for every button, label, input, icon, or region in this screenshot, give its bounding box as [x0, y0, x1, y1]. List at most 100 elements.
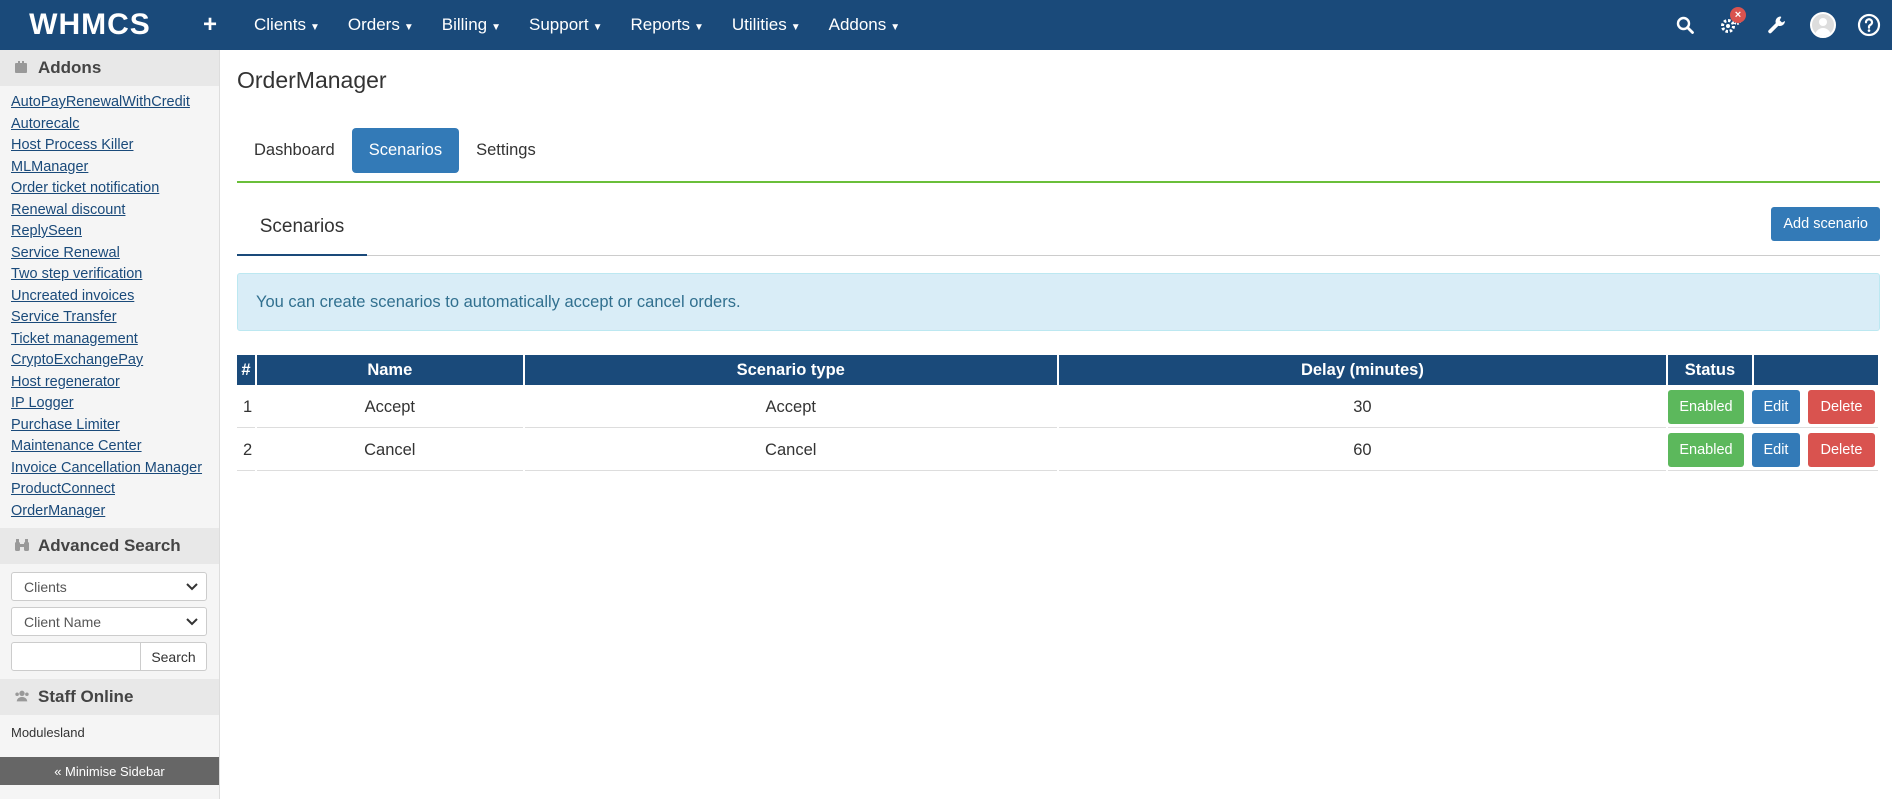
user-avatar[interactable]	[1800, 0, 1846, 50]
whmcs-logo[interactable]: WHMCS	[0, 0, 180, 50]
edit-button[interactable]: Edit	[1751, 390, 1800, 424]
top-navbar: WHMCS + Clients ▼ Orders ▼ Billing ▼ Suppor…	[0, 0, 1892, 50]
main-content: OrderManager Dashboard Scenarios Setting…	[237, 50, 1880, 473]
menu-label: Billing	[441, 15, 488, 34]
edit-button[interactable]: Edit	[1751, 433, 1800, 467]
addon-link[interactable]: ReplySeen	[11, 221, 219, 243]
module-tabs: Dashboard Scenarios Settings	[237, 128, 1880, 183]
page-title: OrderManager	[237, 67, 387, 93]
addon-link[interactable]: MLManager	[11, 157, 219, 179]
status-enabled-button[interactable]: Enabled	[1667, 433, 1744, 467]
addons-panel-header: Addons	[0, 50, 219, 86]
addon-link[interactable]: CryptoExchangePay	[11, 350, 219, 372]
nav-right-icons: ×	[1662, 0, 1892, 50]
table-row: 1 Accept Accept 30 Enabled Edit Delete	[237, 387, 1878, 428]
search-input[interactable]	[11, 642, 141, 671]
addon-link[interactable]: Purchase Limiter	[11, 415, 219, 437]
cell-delay: 30	[1058, 387, 1666, 428]
menu-label: Utilities	[731, 15, 787, 34]
addon-link[interactable]: Uncreated invoices	[11, 286, 219, 308]
select-value: Client Name	[24, 613, 102, 630]
addon-link[interactable]: Ticket management	[11, 329, 219, 351]
tab-settings[interactable]: Settings	[459, 128, 553, 173]
addon-link[interactable]: Order ticket notification	[11, 178, 219, 200]
staff-online-title: Staff Online	[38, 687, 134, 706]
logo-text: WHMCS	[29, 8, 151, 41]
menu-billing[interactable]: Billing ▼	[428, 15, 515, 35]
addons-title: Addons	[38, 58, 102, 77]
menu-orders[interactable]: Orders ▼	[334, 15, 428, 35]
col-header-name: Name	[256, 355, 523, 385]
table-row: 2 Cancel Cancel 60 Enabled Edit Delete	[237, 430, 1878, 471]
chevron-down-icon	[186, 617, 198, 625]
caret-down-icon: ▼	[491, 22, 502, 33]
addon-link[interactable]: Host Process Killer	[11, 135, 219, 157]
menu-clients[interactable]: Clients ▼	[240, 15, 334, 35]
delete-button[interactable]: Delete	[1807, 390, 1875, 424]
quick-add-button[interactable]: +	[180, 11, 240, 39]
tab-scenarios[interactable]: Scenarios	[351, 128, 460, 173]
minimise-sidebar-button[interactable]: « Minimise Sidebar	[0, 757, 219, 785]
chevron-down-icon	[186, 582, 198, 590]
row-actions: Enabled Edit Delete	[1667, 390, 1878, 424]
status-enabled-button[interactable]: Enabled	[1667, 390, 1744, 424]
addon-link[interactable]: Two step verification	[11, 264, 219, 286]
menu-utilities[interactable]: Utilities ▼	[718, 15, 815, 35]
caret-down-icon: ▼	[309, 22, 320, 33]
add-scenario-button[interactable]: Add scenario	[1771, 207, 1880, 241]
search-field-select[interactable]: Client Name	[11, 607, 207, 636]
select-value: Clients	[24, 578, 67, 595]
wrench-icon[interactable]	[1754, 0, 1800, 50]
section-header: Scenarios Add scenario	[237, 201, 1880, 256]
tab-dashboard[interactable]: Dashboard	[237, 128, 352, 173]
menu-support[interactable]: Support ▼	[515, 15, 616, 35]
addon-link[interactable]: IP Logger	[11, 393, 219, 415]
row-actions: Enabled Edit Delete	[1667, 433, 1878, 467]
addon-link[interactable]: Invoice Cancellation Manager	[11, 458, 219, 480]
addon-link[interactable]: ProductConnect	[11, 479, 219, 501]
advanced-search-title: Advanced Search	[38, 536, 181, 555]
addon-link[interactable]: Service Transfer	[11, 307, 219, 329]
cell-actions: Enabled Edit Delete	[1667, 387, 1878, 428]
cell-delay: 60	[1058, 430, 1666, 471]
section-title: Scenarios	[237, 200, 367, 256]
search-input-group: Search	[11, 642, 207, 671]
cell-num: 1	[237, 387, 255, 428]
addon-link[interactable]: Host regenerator	[11, 372, 219, 394]
delete-button[interactable]: Delete	[1807, 433, 1875, 467]
menu-label: Reports	[630, 15, 690, 34]
advanced-search-header: Advanced Search	[0, 528, 219, 564]
col-header-delay: Delay (minutes)	[1058, 355, 1666, 385]
caret-down-icon: ▼	[592, 22, 603, 33]
cell-name: Cancel	[256, 430, 523, 471]
caret-down-icon: ▼	[890, 22, 901, 33]
help-icon[interactable]	[1846, 0, 1892, 50]
cell-actions: Enabled Edit Delete	[1667, 430, 1878, 471]
menu-reports[interactable]: Reports ▼	[616, 15, 717, 35]
addon-link[interactable]: Renewal discount	[11, 200, 219, 222]
cell-type: Accept	[524, 387, 1057, 428]
addon-link[interactable]: Service Renewal	[11, 243, 219, 265]
addon-link[interactable]: OrderManager	[11, 501, 219, 523]
menu-label: Addons	[828, 15, 887, 34]
caret-down-icon: ▼	[790, 22, 801, 33]
menu-addons[interactable]: Addons ▼	[815, 15, 915, 35]
col-header-actions	[1753, 355, 1878, 385]
col-header-num: #	[237, 355, 255, 385]
cell-name: Accept	[256, 387, 523, 428]
sidebar: Addons AutoPayRenewalWithCredit Autoreca…	[0, 50, 220, 799]
addon-link[interactable]: Autorecalc	[11, 114, 219, 136]
info-alert: You can create scenarios to automaticall…	[237, 273, 1880, 331]
addon-link[interactable]: AutoPayRenewalWithCredit	[11, 92, 219, 114]
cell-num: 2	[237, 430, 255, 471]
search-icon[interactable]	[1662, 0, 1708, 50]
automation-gears-icon[interactable]: ×	[1708, 0, 1754, 50]
addon-link[interactable]: Maintenance Center	[11, 436, 219, 458]
search-type-select[interactable]: Clients	[11, 572, 207, 601]
search-button[interactable]: Search	[141, 642, 207, 671]
scenarios-table: # Name Scenario type Delay (minutes) Sta…	[235, 353, 1880, 473]
users-icon	[14, 689, 30, 705]
staff-online-name[interactable]: Modulesland	[0, 715, 219, 752]
avatar-icon	[1810, 12, 1836, 38]
main-menu: Clients ▼ Orders ▼ Billing ▼ Support ▼ Repor…	[240, 0, 914, 50]
